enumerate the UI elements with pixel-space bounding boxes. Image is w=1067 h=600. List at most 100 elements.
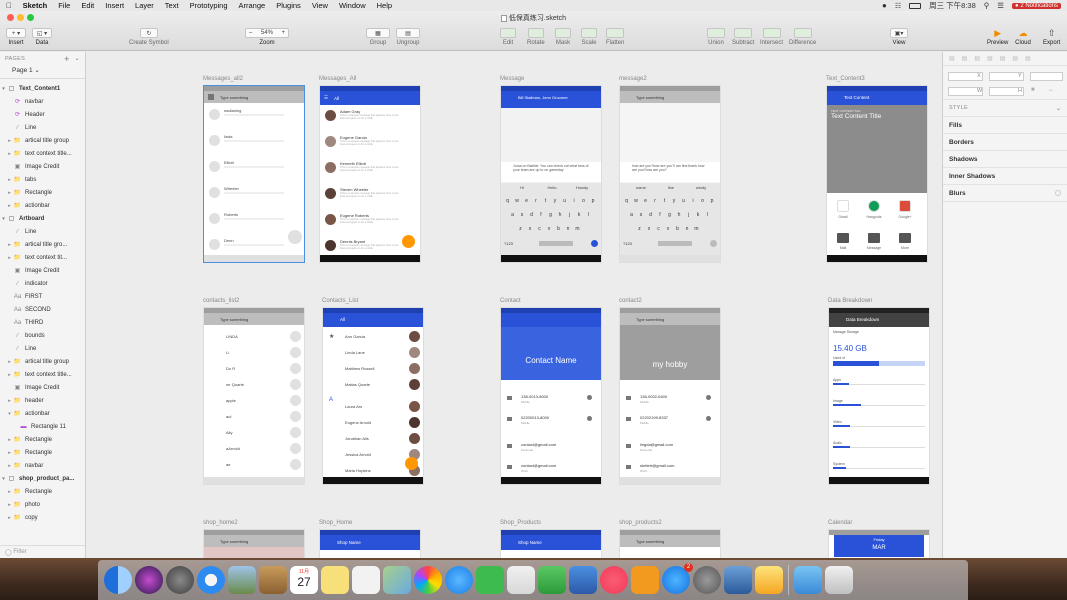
- artboard-title[interactable]: Shop_Home: [319, 520, 352, 526]
- artboard-message[interactable]: Message Bill Stallman, Jenn Groomer Juma…: [500, 76, 602, 263]
- enter-key[interactable]: [710, 240, 717, 247]
- layer-item[interactable]: ▸ 📁 header: [0, 394, 85, 407]
- preview-tool[interactable]: ▶ Preview: [987, 28, 1008, 47]
- key[interactable]: d: [528, 212, 535, 218]
- artboard-title[interactable]: Text_Content3: [826, 76, 865, 82]
- export-tool[interactable]: ⇧ Export: [1043, 28, 1060, 47]
- borders-row[interactable]: Borders: [943, 134, 1067, 151]
- fab-button[interactable]: [402, 235, 415, 248]
- disclosure-closed-icon[interactable]: ▸: [6, 203, 13, 209]
- rotation-field[interactable]: [1030, 72, 1063, 81]
- zoom-in-icon[interactable]: +: [281, 30, 285, 36]
- key[interactable]: w: [514, 198, 521, 204]
- layer-item[interactable]: ▸ 📁 Rectangle: [0, 433, 85, 446]
- xcode-icon[interactable]: [724, 566, 752, 594]
- window-minimize-button[interactable]: [17, 14, 24, 21]
- key[interactable]: n: [684, 226, 691, 232]
- photos-icon[interactable]: [414, 566, 442, 594]
- key[interactable]: c: [536, 226, 543, 232]
- more-icon[interactable]: [899, 233, 911, 243]
- key[interactable]: w: [633, 198, 640, 204]
- wifi-icon[interactable]: ☷: [895, 2, 901, 10]
- artboard-title[interactable]: Calendar: [828, 520, 852, 526]
- menu-help[interactable]: Help: [377, 1, 392, 10]
- battery-icon[interactable]: [909, 2, 922, 9]
- music-icon[interactable]: [600, 566, 628, 594]
- layer-item[interactable]: ∕ Line: [0, 342, 85, 355]
- key[interactable]: g: [666, 212, 673, 218]
- menu-layer[interactable]: Layer: [135, 1, 154, 10]
- artboard-title[interactable]: Data Breakdown: [828, 298, 872, 304]
- key[interactable]: c: [655, 226, 662, 232]
- launchpad-icon[interactable]: [166, 566, 194, 594]
- key[interactable]: v: [665, 226, 672, 232]
- key[interactable]: d: [647, 212, 654, 218]
- layer-item[interactable]: ▸ 📁 photo: [0, 498, 85, 511]
- layer-item[interactable]: ▸ 📁 navbar: [0, 459, 85, 472]
- hangouts-icon[interactable]: [868, 200, 880, 212]
- fab-button[interactable]: [288, 230, 302, 244]
- zoom-tool[interactable]: – 54% + Zoom: [245, 28, 289, 46]
- artboard-shop-products2[interactable]: shop_products2 Type something: [619, 520, 721, 558]
- key[interactable]: s: [638, 212, 645, 218]
- menu-view[interactable]: View: [312, 1, 328, 10]
- layer-item[interactable]: ▬ Rectangle 11: [0, 420, 85, 433]
- message-icon[interactable]: [587, 395, 592, 400]
- gmail-icon[interactable]: [837, 200, 849, 212]
- layer-item[interactable]: ⟳ navbar: [0, 95, 85, 108]
- key[interactable]: x: [527, 226, 534, 232]
- disclosure-closed-icon[interactable]: ▸: [6, 515, 13, 521]
- artboard-title[interactable]: Contacts_List: [322, 298, 358, 304]
- chevron-down-icon[interactable]: ⌄: [1056, 105, 1061, 112]
- suggestion[interactable]: name: [630, 185, 652, 190]
- maps-icon[interactable]: [383, 566, 411, 594]
- calendar-icon[interactable]: 11月 27: [290, 566, 318, 594]
- disclosure-closed-icon[interactable]: ▸: [6, 151, 13, 157]
- search-icon[interactable]: ⚲: [984, 1, 990, 10]
- artboard-title[interactable]: shop_products2: [619, 520, 662, 526]
- downloads-icon[interactable]: [794, 566, 822, 594]
- safari-icon[interactable]: [197, 566, 225, 594]
- message-icon[interactable]: [868, 233, 880, 243]
- fills-row[interactable]: Fills: [943, 117, 1067, 134]
- google-plus-icon[interactable]: [899, 200, 911, 212]
- artboard-title[interactable]: message2: [619, 76, 647, 82]
- books-icon[interactable]: [631, 566, 659, 594]
- layer-item[interactable]: ▾ 📁 actionbar: [0, 407, 85, 420]
- search-bar[interactable]: Type something: [204, 535, 304, 547]
- key[interactable]: l: [585, 212, 592, 218]
- key[interactable]: s: [519, 212, 526, 218]
- suggestion[interactable]: line: [660, 185, 682, 190]
- y-field[interactable]: Y: [989, 72, 1024, 81]
- keynote-icon[interactable]: [507, 566, 535, 594]
- artboard-title[interactable]: Message: [500, 76, 524, 82]
- menu-edit[interactable]: Edit: [81, 1, 94, 10]
- layer-item[interactable]: Aa THIRD: [0, 316, 85, 329]
- edit-tool[interactable]: Edit: [500, 28, 516, 46]
- facetime-icon[interactable]: [476, 566, 504, 594]
- numbers-icon[interactable]: [538, 566, 566, 594]
- key[interactable]: a: [628, 212, 635, 218]
- layer-item[interactable]: ∕ indicator: [0, 277, 85, 290]
- align-center-icon[interactable]: ▤: [962, 55, 968, 62]
- key[interactable]: u: [561, 198, 568, 204]
- fab-button[interactable]: [405, 457, 418, 470]
- key[interactable]: f: [538, 212, 545, 218]
- menu-prototyping[interactable]: Prototyping: [190, 1, 228, 10]
- layer-item[interactable]: ▸ 📁 artical title gro...: [0, 238, 85, 251]
- ungroup-tool[interactable]: ▤ Ungroup: [396, 28, 420, 46]
- artboard-contact[interactable]: Contact Contact Name 138-0013-8000 Mobile…: [500, 298, 602, 485]
- artboard-data-breakdown[interactable]: Data Breakdown Data Breakdown Manage Sto…: [828, 298, 930, 485]
- blur-toggle-icon[interactable]: [1055, 190, 1061, 196]
- align-top-icon[interactable]: ▤: [987, 55, 993, 62]
- finder-icon[interactable]: [104, 566, 132, 594]
- system-preferences-icon[interactable]: [693, 566, 721, 594]
- status-menu-icon[interactable]: ●: [882, 1, 887, 10]
- disclosure-open-icon[interactable]: ▾: [0, 476, 7, 482]
- sketch-icon[interactable]: [755, 566, 783, 594]
- shadows-row[interactable]: Shadows: [943, 151, 1067, 168]
- layer-item[interactable]: ▸ 📁 copy: [0, 511, 85, 524]
- key[interactable]: z: [636, 226, 643, 232]
- key[interactable]: l: [704, 212, 711, 218]
- key[interactable]: q: [623, 198, 630, 204]
